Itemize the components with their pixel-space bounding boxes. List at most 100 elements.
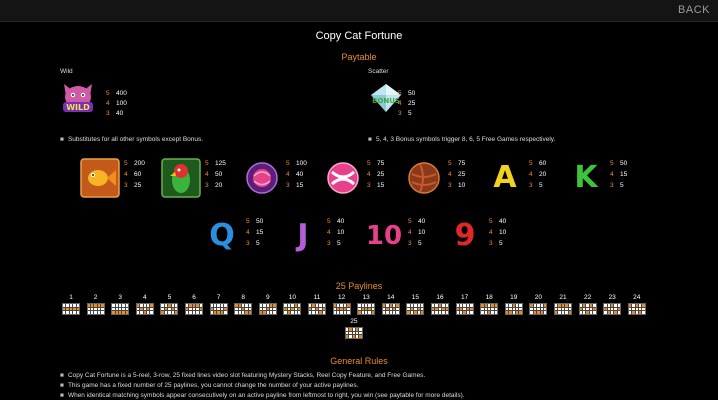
payline-cell — [297, 304, 301, 307]
payline-cell — [361, 304, 364, 307]
pay-count: 3 — [124, 182, 128, 189]
pay-value: 5 — [408, 110, 412, 117]
payline-diagram — [258, 303, 277, 315]
pay-value: 5 — [539, 182, 543, 189]
pay-count: 5 — [489, 218, 493, 225]
payline-number: 24 — [633, 294, 641, 301]
pay-value: 125 — [215, 160, 226, 167]
pay-value: 20 — [215, 182, 223, 189]
bullet: ■ — [60, 392, 64, 399]
payline-cell — [217, 307, 220, 311]
payline-cell — [392, 311, 396, 314]
pay-value: 25 — [458, 171, 466, 178]
pay-row: 4 60 — [124, 169, 145, 180]
payline-cell — [617, 311, 621, 314]
symbol-pays: 5 200 4 60 3 25 — [124, 158, 145, 191]
payline-cell — [118, 307, 122, 311]
payline-cell — [171, 304, 174, 307]
payline-cell — [582, 311, 586, 314]
payline-cell — [245, 307, 248, 311]
pay-row: 5 40 — [489, 216, 506, 227]
payline-cell — [358, 304, 361, 307]
wild-note: ■ Substitutes for all other symbols excep… — [60, 136, 203, 143]
payline-cell — [530, 307, 533, 311]
letter-a-icon: A — [493, 160, 517, 195]
pay-count: 5 — [529, 160, 533, 167]
payline-number: 21 — [559, 294, 567, 301]
payline-6: 6 — [183, 294, 205, 315]
pay-count: 4 — [106, 100, 110, 107]
payline-cell — [628, 307, 632, 311]
pay-value: 10 — [499, 229, 507, 236]
pay-row: 4 10 — [327, 227, 344, 238]
pay-row: 5 75 — [367, 158, 384, 169]
pay-value: 5 — [499, 240, 503, 247]
payline-cell — [101, 304, 104, 307]
pay-row: 3 40 — [106, 109, 127, 119]
payline-cell — [66, 311, 69, 314]
pay-row: 3 25 — [124, 180, 145, 191]
payline-cell — [90, 304, 94, 307]
payline-cell — [150, 311, 153, 314]
payline-cell — [238, 304, 241, 307]
payline-cell — [638, 311, 642, 314]
payline-cell — [118, 304, 122, 307]
pay-count: 3 — [106, 110, 110, 117]
payline-cell — [540, 304, 543, 307]
payline-16: 16 — [429, 294, 451, 315]
pay-row: 35 — [327, 238, 344, 249]
payline-number: 25 — [350, 318, 358, 325]
payline-cell — [199, 304, 202, 307]
payline-9: 9 — [257, 294, 279, 315]
payline-cell — [414, 304, 417, 307]
payline-cell — [235, 311, 238, 314]
payline-cell — [593, 307, 596, 311]
payline-cell — [322, 311, 325, 314]
payline-cell — [558, 304, 561, 307]
payline-diagram — [135, 303, 154, 315]
payline-cell — [505, 311, 509, 314]
payline-diagram — [185, 303, 203, 315]
back-button[interactable]: BACK — [678, 4, 710, 16]
payline-cell — [210, 304, 213, 307]
payline-cell — [568, 304, 571, 307]
payline-number: 14 — [387, 294, 395, 301]
payline-cell — [459, 304, 463, 307]
pay-row: 5 60 — [529, 158, 546, 169]
payline-5: 5 — [158, 294, 180, 315]
payline-cell — [359, 328, 362, 331]
payline-cell — [345, 335, 349, 338]
symbol-9: 9 5 40 4 10 35 — [445, 216, 507, 256]
payline-cell — [309, 304, 312, 307]
payline-cell — [470, 304, 473, 307]
payline-cell — [456, 311, 459, 314]
payline-cell — [76, 307, 79, 311]
payline-cell — [442, 307, 445, 311]
payline-cell — [579, 307, 582, 311]
payline-cell — [586, 311, 589, 314]
payline-cell — [561, 311, 565, 314]
payline-cell — [259, 304, 263, 307]
pay-row: 35 — [489, 238, 506, 249]
payline-cell — [614, 311, 617, 314]
pay-row: 4 40 — [286, 169, 307, 180]
payline-cell — [122, 311, 125, 314]
payline-cell — [73, 311, 76, 314]
payline-cell — [345, 328, 349, 331]
payline-cell — [220, 311, 224, 314]
payline-cell — [186, 304, 189, 307]
payline-diagram — [308, 303, 326, 315]
payline-cell — [309, 311, 312, 314]
payline-cell — [73, 307, 76, 311]
payline-cell — [530, 304, 533, 307]
payline-number: 23 — [608, 294, 616, 301]
scatter-label: Scatter — [368, 68, 389, 75]
payline-cell — [628, 304, 632, 307]
rule-text: When identical matching symbols appear c… — [67, 392, 465, 399]
payline-cell — [537, 311, 540, 314]
payline-cell — [610, 307, 614, 311]
payline-number: 6 — [192, 294, 196, 301]
payline-cell — [420, 304, 424, 307]
payline-cell — [291, 311, 294, 314]
payline-diagram — [529, 303, 548, 315]
